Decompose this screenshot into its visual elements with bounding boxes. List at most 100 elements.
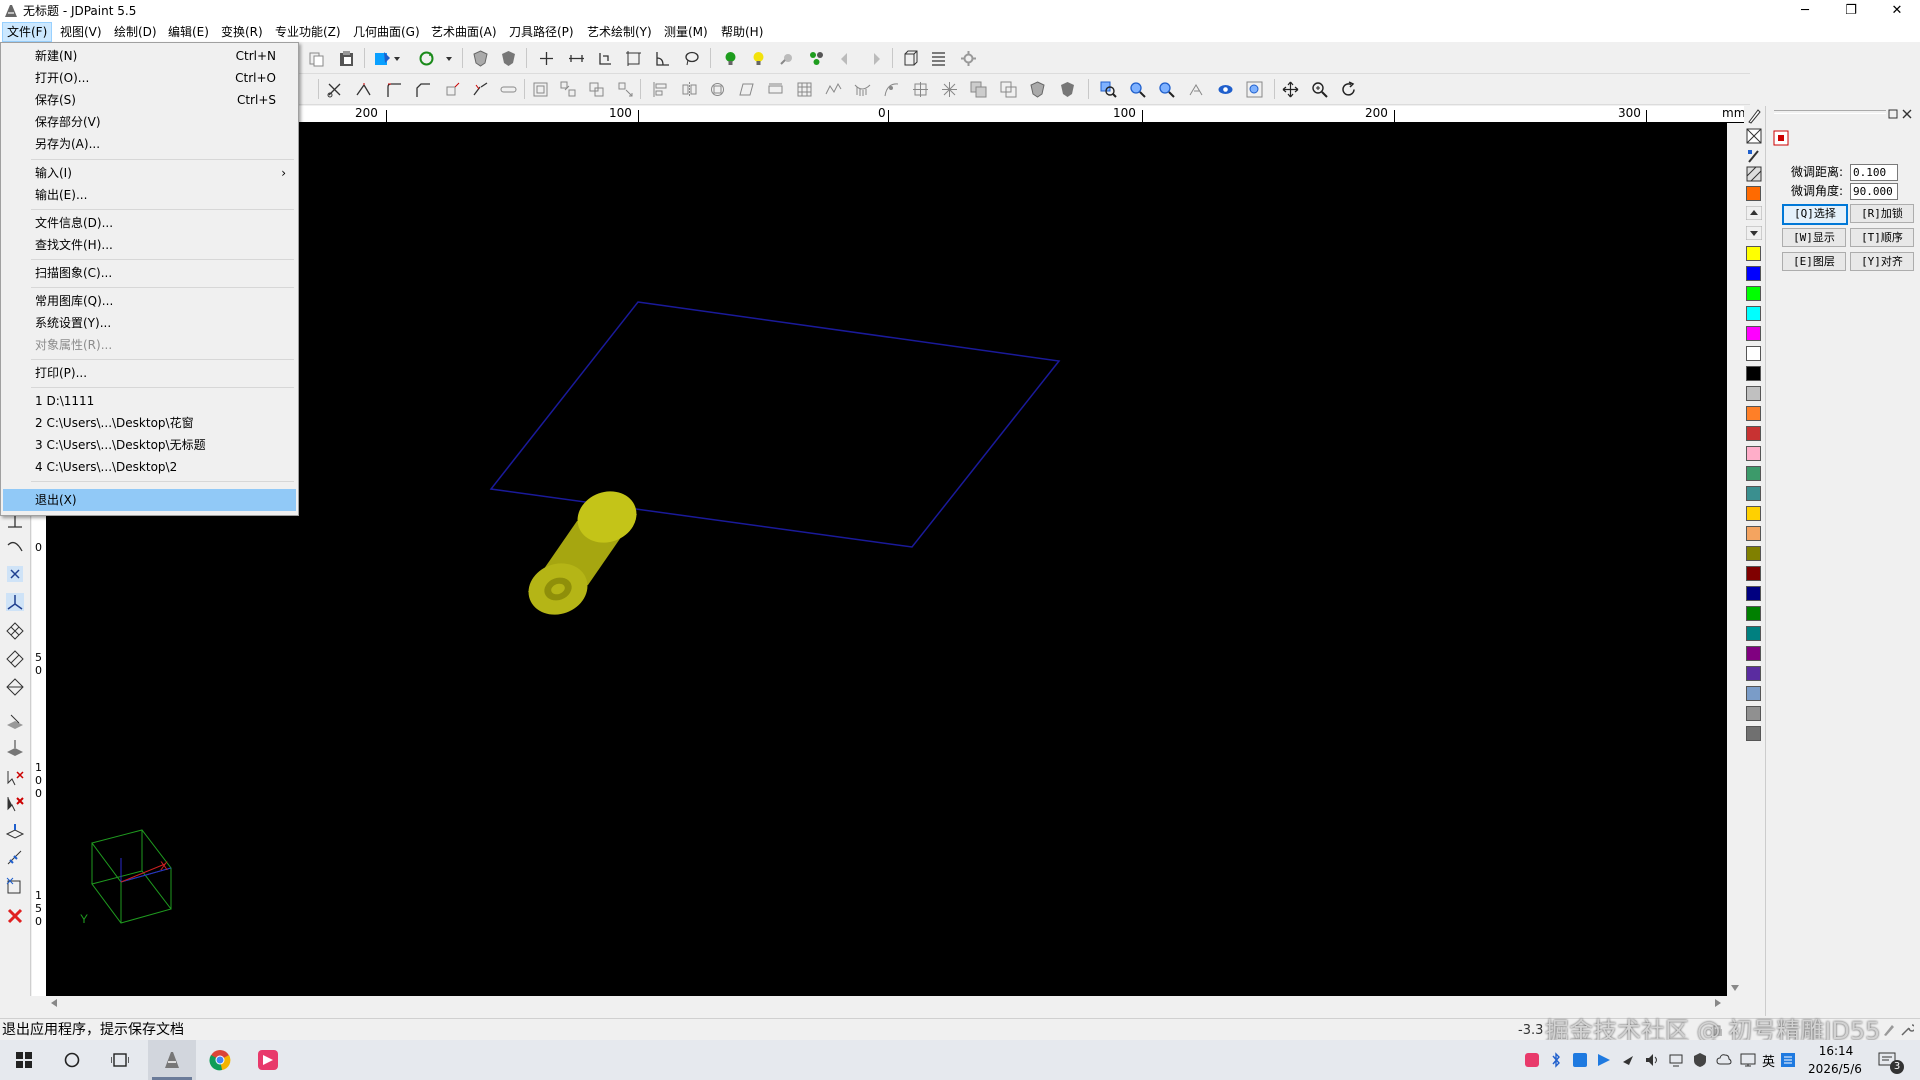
layer-plane-icon[interactable] bbox=[5, 711, 25, 731]
color-swatch[interactable] bbox=[1746, 426, 1761, 441]
layer-list-icon[interactable] bbox=[930, 50, 947, 67]
color-swatch[interactable] bbox=[1746, 406, 1761, 421]
surface-wire-3-icon[interactable] bbox=[5, 677, 25, 697]
angle-icon[interactable] bbox=[654, 50, 671, 67]
status-wrench-icon[interactable] bbox=[1900, 1023, 1914, 1037]
menu-item-file-info[interactable]: 文件信息(D)... bbox=[3, 212, 296, 234]
color-swatch[interactable] bbox=[1746, 726, 1761, 741]
menu-item-settings[interactable]: 系统设置(Y)... bbox=[3, 312, 296, 334]
color-swatch[interactable] bbox=[1746, 606, 1761, 621]
tray-arrow-icon[interactable] bbox=[1596, 1052, 1612, 1068]
delete-red-x-icon[interactable] bbox=[5, 906, 25, 926]
surface-wire-icon[interactable] bbox=[5, 621, 25, 641]
color-swatch[interactable] bbox=[1746, 386, 1761, 401]
menu-measure[interactable]: 测量(M) bbox=[660, 23, 712, 41]
lock-button[interactable]: [R]加锁 bbox=[1850, 204, 1914, 223]
taskbar-app-pink[interactable] bbox=[244, 1040, 292, 1080]
light-source-icon[interactable] bbox=[779, 50, 796, 67]
fine-distance-input[interactable]: 0.100 bbox=[1850, 164, 1898, 181]
panel-close-icon[interactable] bbox=[1902, 109, 1912, 119]
color-swatch[interactable] bbox=[1746, 526, 1761, 541]
task-view-button[interactable] bbox=[96, 1040, 144, 1080]
dropdown-arrow-icon[interactable] bbox=[392, 50, 402, 67]
stretch-icon[interactable] bbox=[767, 81, 784, 98]
color-swatch[interactable] bbox=[1746, 566, 1761, 581]
network-icon[interactable] bbox=[1668, 1052, 1684, 1068]
dimension-icon[interactable] bbox=[568, 50, 585, 67]
gear-icon[interactable] bbox=[960, 50, 977, 67]
minimize-button[interactable]: ─ bbox=[1782, 0, 1828, 22]
order-button[interactable]: [T]顺序 bbox=[1850, 228, 1914, 247]
skew-icon[interactable] bbox=[738, 81, 755, 98]
rotate-right-icon[interactable] bbox=[866, 50, 883, 67]
menu-item-recent-4[interactable]: 4 C:\Users\...\Desktop\2 bbox=[3, 456, 296, 478]
menu-transform[interactable]: 变换(R) bbox=[217, 23, 267, 41]
color-swatch[interactable] bbox=[1746, 706, 1761, 721]
snap-center-icon[interactable] bbox=[5, 564, 25, 584]
drawing-canvas[interactable]: X Y bbox=[47, 123, 1727, 996]
tray-bird-icon[interactable] bbox=[1620, 1052, 1636, 1068]
color-swatch[interactable] bbox=[1746, 366, 1761, 381]
slot-icon[interactable] bbox=[500, 81, 517, 98]
color-swatch[interactable] bbox=[1746, 246, 1761, 261]
copy-array-icon[interactable] bbox=[588, 81, 605, 98]
measure-line-icon[interactable] bbox=[5, 848, 25, 868]
scroll-left-icon[interactable] bbox=[51, 999, 57, 1007]
green-bulb-icon[interactable] bbox=[722, 50, 739, 67]
select-cross-icon[interactable] bbox=[5, 768, 25, 788]
boolean-union-icon[interactable] bbox=[970, 81, 987, 98]
volume-icon[interactable] bbox=[1644, 1052, 1660, 1068]
array-icon[interactable] bbox=[560, 81, 577, 98]
chamfer-icon[interactable] bbox=[414, 81, 431, 98]
taskbar-app-chrome[interactable] bbox=[196, 1040, 244, 1080]
menu-item-recent-2[interactable]: 2 C:\Users\...\Desktop\花窗 bbox=[3, 412, 296, 434]
menu-item-import[interactable]: 输入(I) › bbox=[3, 162, 296, 184]
offset-icon[interactable] bbox=[532, 81, 549, 98]
color-swatch[interactable] bbox=[1746, 546, 1761, 561]
hatch-icon[interactable] bbox=[1746, 166, 1762, 182]
color-swatch[interactable] bbox=[1746, 346, 1761, 361]
layer-plane-2-icon[interactable] bbox=[5, 738, 25, 758]
input-language[interactable]: 英 bbox=[1762, 1051, 1775, 1070]
menu-item-recent-3[interactable]: 3 C:\Users\...\Desktop\无标题 bbox=[3, 434, 296, 456]
measure-box-icon[interactable] bbox=[5, 876, 25, 896]
clock-date[interactable]: 2026/5/6 bbox=[1800, 1060, 1870, 1078]
menu-item-print[interactable]: 打印(P)... bbox=[3, 362, 296, 384]
menu-professional[interactable]: 专业功能(Z) bbox=[271, 23, 345, 41]
menu-geometric-surface[interactable]: 几何曲面(G) bbox=[349, 23, 424, 41]
close-button[interactable]: ✕ bbox=[1874, 0, 1920, 22]
menu-art-surface[interactable]: 艺术曲面(A) bbox=[427, 23, 501, 41]
zoom-in-icon[interactable] bbox=[1129, 81, 1146, 98]
crosshair-icon[interactable] bbox=[538, 50, 555, 67]
status-pen-icon[interactable] bbox=[1882, 1023, 1896, 1037]
rotate-left-icon[interactable] bbox=[838, 50, 855, 67]
color-swatch[interactable] bbox=[1746, 666, 1761, 681]
color-swatch[interactable] bbox=[1746, 306, 1761, 321]
shield-outline-icon[interactable] bbox=[1029, 81, 1046, 98]
vertical-scrollbar[interactable] bbox=[1727, 123, 1743, 996]
start-button[interactable] bbox=[0, 1040, 48, 1080]
fillet-icon[interactable] bbox=[385, 81, 402, 98]
menu-view[interactable]: 视图(V) bbox=[56, 23, 106, 41]
zoom-realtime-icon[interactable] bbox=[1311, 81, 1328, 98]
zoom-all-icon[interactable] bbox=[1246, 81, 1263, 98]
refresh-green-icon[interactable] bbox=[418, 50, 435, 67]
bluetooth-icon[interactable] bbox=[1548, 1052, 1564, 1068]
color-swatch[interactable] bbox=[1746, 326, 1761, 341]
menu-item-export[interactable]: 输出(E)... bbox=[3, 184, 296, 206]
trim-icon[interactable] bbox=[326, 81, 343, 98]
menu-draw[interactable]: 绘制(D) bbox=[110, 23, 161, 41]
color-swatch[interactable] bbox=[1746, 486, 1761, 501]
select-delete-icon[interactable] bbox=[5, 794, 25, 814]
shield-outline-icon[interactable] bbox=[472, 50, 489, 67]
multi-light-icon[interactable] bbox=[808, 50, 825, 67]
align-left-icon[interactable] bbox=[652, 81, 669, 98]
clock-time[interactable]: 16:14 bbox=[1808, 1042, 1864, 1060]
align-button[interactable]: [Y]对齐 bbox=[1850, 252, 1914, 271]
move-copy-icon[interactable] bbox=[617, 81, 634, 98]
menu-art-draw[interactable]: 艺术绘制(Y) bbox=[583, 23, 656, 41]
menu-help[interactable]: 帮助(H) bbox=[717, 23, 767, 41]
restore-button[interactable]: ❐ bbox=[1828, 0, 1874, 22]
lasso-icon[interactable] bbox=[683, 50, 700, 67]
scatter-nodes-icon[interactable] bbox=[941, 81, 958, 98]
